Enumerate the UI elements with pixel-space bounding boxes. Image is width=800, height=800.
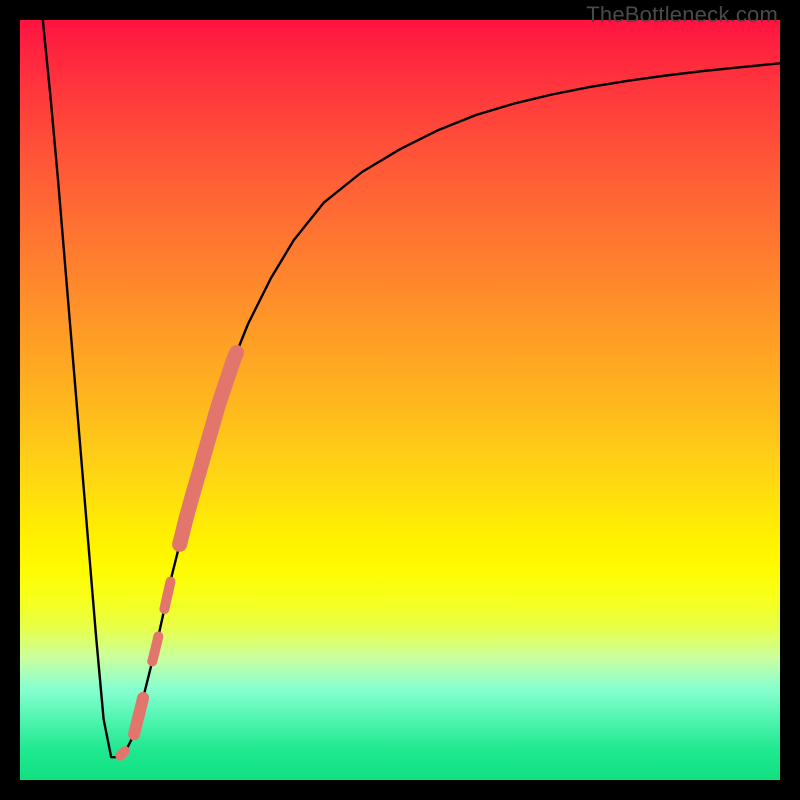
dot-1	[120, 751, 125, 756]
chart-svg	[20, 20, 780, 780]
watermark-label: TheBottleneck.com	[586, 2, 778, 28]
highlight-markers	[120, 353, 236, 756]
dot-4	[164, 582, 170, 609]
chart-container: TheBottleneck.com	[0, 0, 800, 800]
dot-3	[152, 636, 158, 661]
thick-band	[180, 353, 237, 545]
dot-2	[134, 698, 143, 735]
